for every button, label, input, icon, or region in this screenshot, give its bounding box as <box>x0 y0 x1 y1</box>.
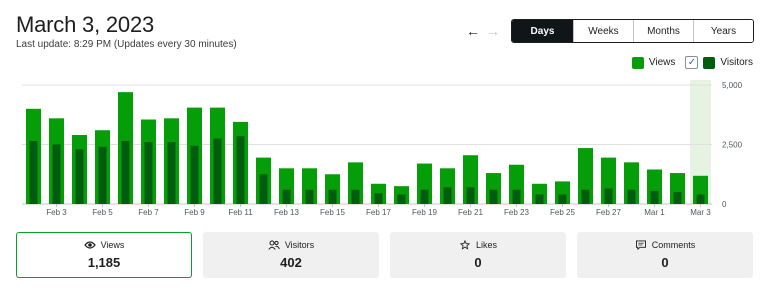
visitors-bar <box>512 189 521 204</box>
views-swatch <box>631 56 644 69</box>
eye-icon <box>83 241 96 249</box>
header: March 3, 2023 Last update: 8:29 PM (Upda… <box>16 12 237 50</box>
visitors-bar <box>696 194 705 204</box>
visitors-bar <box>581 189 590 204</box>
x-tick-label: Feb 17 <box>366 208 391 217</box>
comments-card-label: Comments <box>635 240 696 250</box>
x-tick-label: Feb 19 <box>412 208 437 217</box>
visitors-bar <box>328 189 337 204</box>
visitors-bar <box>604 188 613 204</box>
y-tick-label: 2,500 <box>722 141 743 150</box>
views-card-label: Views <box>83 240 125 250</box>
visitors-bar <box>374 193 383 204</box>
views-card-title: Views <box>100 240 125 250</box>
visitors-bar <box>443 187 452 204</box>
tab-weeks[interactable]: Weeks <box>573 20 633 42</box>
visitors-bar <box>213 138 222 204</box>
x-tick-label: Feb 3 <box>46 208 67 217</box>
date-navigation: ← → <box>466 24 500 38</box>
legend-views-label: Views <box>648 57 676 68</box>
x-tick-label: Feb 21 <box>458 208 483 217</box>
tab-years[interactable]: Years <box>693 20 753 42</box>
x-tick-label: Feb 27 <box>596 208 621 217</box>
visitors-bar <box>282 189 291 204</box>
stats-cards: Views 1,185 Visitors 402 Likes 0 Comment… <box>16 232 753 278</box>
x-tick-label: Feb 9 <box>184 208 205 217</box>
visitors-card[interactable]: Visitors 402 <box>203 232 379 278</box>
visitors-bar <box>144 142 153 204</box>
visitors-bar <box>190 145 199 204</box>
legend-visitors-label: Visitors <box>720 57 753 68</box>
x-tick-label: Feb 23 <box>504 208 529 217</box>
visitors-bar <box>650 190 659 204</box>
visitors-bar <box>420 189 429 204</box>
visitors-bar <box>259 174 268 204</box>
y-tick-label: 0 <box>722 200 727 209</box>
likes-card-label: Likes <box>459 240 497 250</box>
x-tick-label: Feb 11 <box>228 208 253 217</box>
comment-icon <box>635 240 646 250</box>
people-icon <box>268 240 280 250</box>
visitors-bar <box>305 189 314 204</box>
visitors-bar <box>98 146 107 204</box>
visitors-bar <box>167 142 176 204</box>
visitors-bar <box>351 189 360 204</box>
visitors-bar <box>236 136 245 204</box>
visitors-swatch <box>703 56 716 69</box>
views-chart: 0 2,500 5,000 Feb 3 Feb 5 Feb 7 Feb 9 Feb 11 Feb… <box>22 80 743 217</box>
x-tick-label: Feb 7 <box>138 208 159 217</box>
tab-days[interactable]: Days <box>512 20 573 42</box>
tab-months[interactable]: Months <box>633 20 693 42</box>
comments-card-value: 0 <box>661 255 669 270</box>
period-selector: Days Weeks Months Years <box>511 19 754 43</box>
visitors-bar <box>627 189 636 204</box>
visitors-bar <box>75 149 84 204</box>
x-tick-label: Feb 15 <box>320 208 345 217</box>
arrow-right-icon: → <box>486 23 500 39</box>
views-card-value: 1,185 <box>87 255 121 270</box>
visitors-bar <box>535 194 544 204</box>
arrow-left-icon[interactable]: ← <box>466 24 480 38</box>
visitors-bar <box>558 194 567 204</box>
visitors-bar <box>466 187 475 204</box>
visitors-bar <box>121 140 130 204</box>
chart-legend: Views ✓ Visitors <box>631 56 753 69</box>
comments-card-title: Comments <box>651 240 696 250</box>
star-icon <box>459 240 471 250</box>
x-tick-label: Feb 5 <box>92 208 113 217</box>
legend-visitors: Visitors <box>703 56 753 69</box>
visitors-checkbox[interactable]: ✓ <box>685 56 699 69</box>
visitors-bar <box>673 192 682 204</box>
views-card[interactable]: Views 1,185 <box>16 232 192 278</box>
likes-card-title: Likes <box>475 240 497 250</box>
x-tick-label: Feb 13 <box>274 208 299 217</box>
visitors-bar <box>52 144 61 204</box>
visitors-card-title: Visitors <box>284 240 315 250</box>
likes-card[interactable]: Likes 0 <box>390 232 566 278</box>
x-tick-label: Mar 3 <box>690 208 711 217</box>
x-tick-label: Mar 1 <box>644 208 665 217</box>
legend-views: Views <box>631 56 676 69</box>
visitors-bar <box>489 189 498 204</box>
visitors-card-label: Visitors <box>268 240 314 250</box>
visitors-bar <box>397 194 406 204</box>
comments-card[interactable]: Comments 0 <box>577 232 753 278</box>
visitors-card-value: 402 <box>280 255 302 270</box>
x-tick-label: Feb 25 <box>550 208 575 217</box>
page-title: March 3, 2023 <box>16 12 155 37</box>
likes-card-value: 0 <box>474 255 482 270</box>
visitors-bar <box>29 140 38 204</box>
y-tick-label: 5,000 <box>722 81 743 90</box>
last-update-text: Last update: 8:29 PM (Updates every 30 m… <box>16 39 237 50</box>
